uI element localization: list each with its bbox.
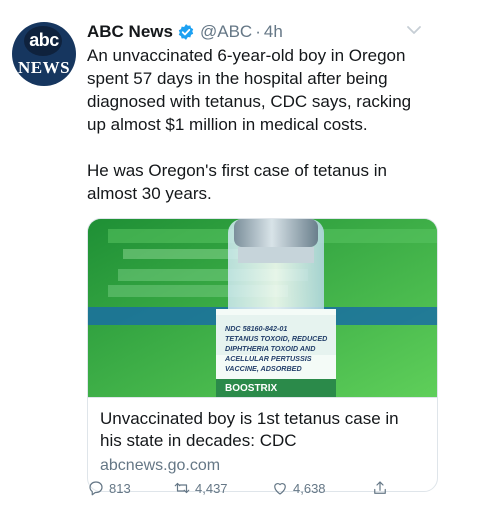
vial-brand-label: BOOSTRIX [225, 383, 278, 394]
verified-badge-icon [178, 24, 194, 40]
separator-dot: · [255, 22, 261, 41]
retweet-icon [174, 482, 190, 494]
vial-label-line: VACCINE, ADSORBED [225, 364, 302, 373]
link-card-image[interactable]: NDC 58160-842-01 TETANUS TOXOID, REDUCED D… [88, 219, 437, 397]
vial-label-line: NDC 58160-842-01 [225, 324, 287, 333]
vial-label-line: DIPHTHERIA TOXOID AND [225, 344, 315, 353]
vial-label-line: ACELLULAR PERTUSSIS [224, 354, 312, 363]
link-card[interactable]: NDC 58160-842-01 TETANUS TOXOID, REDUCED D… [87, 218, 438, 492]
tweet-card[interactable]: abc NEWS ABC News @ABC · 4h An unvaccina… [0, 0, 500, 531]
tweet-actions: 813 4,437 4,638 [87, 476, 407, 500]
tweet-paragraph-2: He was Oregon's first case of tetanus in… [87, 161, 387, 203]
reply-button[interactable]: 813 [87, 476, 131, 500]
timestamp[interactable]: 4h [264, 22, 283, 42]
avatar-wordmark: NEWS [17, 58, 71, 77]
share-button[interactable] [371, 476, 393, 500]
like-count: 4,638 [293, 480, 326, 496]
tweet-paragraph-1: An unvaccinated 6-year-old boy in Oregon… [87, 46, 412, 134]
avatar-logo-text: abc [29, 30, 59, 50]
tweet-text: An unvaccinated 6-year-old boy in Oregon… [87, 44, 422, 205]
retweet-count: 4,437 [195, 480, 228, 496]
reply-count: 813 [109, 480, 131, 496]
vial-label-line: TETANUS TOXOID, REDUCED [225, 334, 327, 343]
share-icon [374, 481, 386, 494]
link-card-title: Unvaccinated boy is 1st tetanus case in … [100, 409, 399, 450]
author-name[interactable]: ABC News [87, 22, 173, 42]
chevron-down-icon[interactable] [406, 24, 422, 36]
author-handle[interactable]: @ABC [200, 22, 252, 42]
retweet-button[interactable]: 4,437 [173, 476, 228, 500]
tweet-header: ABC News @ABC · 4h [87, 20, 283, 44]
vaccine-vial-image: NDC 58160-842-01TETANUS TOXOID, REDUCEDD… [88, 219, 437, 397]
reply-icon [89, 481, 103, 496]
heart-icon [274, 483, 286, 495]
like-button[interactable]: 4,638 [271, 476, 326, 500]
link-card-domain: abcnews.go.com [100, 457, 221, 474]
avatar[interactable]: abc NEWS [12, 22, 76, 86]
